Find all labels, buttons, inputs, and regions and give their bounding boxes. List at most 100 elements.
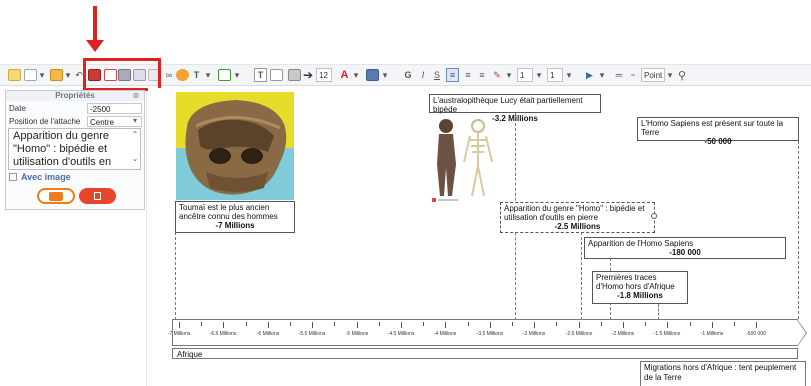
chevron-down-icon[interactable]: ▾ bbox=[38, 68, 46, 82]
panel-splitter[interactable] bbox=[146, 92, 147, 386]
axis-tick-label: -3 Millions bbox=[522, 331, 546, 337]
close-icon[interactable]: ⊗ bbox=[131, 91, 141, 101]
event-homo-sapiens-terre[interactable]: L'Homo Sapiens est présent sur toute la … bbox=[637, 117, 799, 146]
line-width-input[interactable]: 1 bbox=[517, 68, 533, 82]
event-text: Apparition du genre "Homo" : bipédie et … bbox=[504, 204, 645, 222]
resize-handle[interactable] bbox=[651, 213, 657, 219]
bold-icon[interactable]: G bbox=[403, 68, 413, 82]
axis-tick bbox=[623, 322, 624, 328]
event-text: L'Homo Sapiens est présent sur toute la … bbox=[641, 119, 784, 137]
link-icon[interactable]: ∞ bbox=[164, 68, 174, 82]
axis-tick bbox=[712, 322, 713, 328]
line-style-input[interactable]: 1 bbox=[547, 68, 563, 82]
location-pin-icon[interactable]: ⚲ bbox=[676, 68, 688, 82]
event-hors-afrique[interactable]: Premières traces d'Homo hors d'Afrique -… bbox=[592, 271, 688, 304]
check-icon bbox=[49, 191, 63, 201]
axis-minor-tick bbox=[201, 322, 202, 326]
validate-button[interactable] bbox=[37, 188, 75, 204]
axis-tick-label: -4.5 Millions bbox=[387, 331, 415, 337]
axis-tick bbox=[223, 322, 224, 328]
axis-minor-tick bbox=[512, 322, 513, 326]
trash-icon bbox=[94, 192, 101, 200]
align-right-icon[interactable]: ≡ bbox=[476, 68, 488, 82]
axis-tick bbox=[756, 322, 757, 328]
attach-label: Position de l'attache bbox=[9, 117, 81, 126]
underline-icon[interactable]: S bbox=[432, 68, 442, 82]
axis-tick-label: -2.5 Millions bbox=[565, 331, 593, 337]
connector-line bbox=[658, 304, 659, 320]
arrow-right-icon[interactable]: ➔ bbox=[302, 68, 314, 82]
axis-minor-tick bbox=[379, 322, 380, 326]
lucy-image bbox=[430, 116, 498, 204]
new-icon[interactable] bbox=[8, 68, 21, 82]
axis-tick-label: -5 Millions bbox=[345, 331, 369, 337]
dash-icon[interactable]: ┅ bbox=[627, 68, 639, 82]
axis-minor-tick bbox=[246, 322, 247, 326]
axis-minor-tick bbox=[423, 322, 424, 326]
image-icon[interactable] bbox=[218, 68, 231, 82]
chevron-down-icon[interactable]: ▾ bbox=[204, 68, 212, 82]
event-genre-homo[interactable]: Apparition du genre "Homo" : bipédie et … bbox=[500, 202, 655, 233]
arrow-style-icon[interactable]: ▶ bbox=[583, 68, 596, 82]
frame-icon[interactable] bbox=[270, 68, 283, 82]
axis-minor-tick bbox=[601, 322, 602, 326]
chevron-down-icon[interactable]: ▾ bbox=[133, 116, 137, 125]
chevron-down-icon[interactable]: ▾ bbox=[64, 68, 72, 82]
event-toumai[interactable]: Toumaï est le plus ancien ancêtre connu … bbox=[175, 201, 295, 233]
chevron-down-icon[interactable]: ▾ bbox=[352, 68, 360, 82]
date-field[interactable]: -2500 bbox=[87, 103, 142, 114]
printer-icon[interactable] bbox=[288, 68, 301, 82]
align-center-icon[interactable]: ≡ bbox=[462, 68, 474, 82]
period-migrations[interactable]: Migrations hors d'Afrique : tent peuplem… bbox=[640, 361, 806, 386]
chevron-down-icon[interactable]: ▾ bbox=[535, 68, 543, 82]
axis-tick-label: -3.5 Millions bbox=[476, 331, 504, 337]
point-select[interactable]: Point bbox=[641, 68, 665, 82]
axis-tick bbox=[534, 322, 535, 328]
event-date: -3.2 Millions bbox=[492, 114, 538, 123]
description-textarea[interactable]: Apparition du genre "Homo" : bipédie et … bbox=[8, 128, 141, 170]
axis-tick bbox=[179, 322, 180, 328]
event-lucy[interactable]: L'australopithèque Lucy était partiellem… bbox=[429, 94, 601, 123]
axis-tick-label: -5.5 Millions bbox=[298, 331, 326, 337]
pen-icon[interactable]: ✎ bbox=[491, 68, 503, 82]
period-afrique[interactable]: Afrique bbox=[172, 348, 798, 359]
toumai-skull-image bbox=[176, 92, 294, 200]
avec-image-checkbox[interactable] bbox=[9, 173, 17, 181]
fill-icon[interactable] bbox=[366, 68, 379, 82]
text-color-icon[interactable]: A bbox=[338, 68, 351, 82]
axis-tick-label: -4 Millions bbox=[433, 331, 457, 337]
chevron-down-icon[interactable]: ▾ bbox=[565, 68, 573, 82]
axis-tick bbox=[579, 322, 580, 328]
color-icon[interactable] bbox=[176, 68, 189, 82]
open-folder-icon[interactable] bbox=[50, 68, 63, 82]
chevron-down-icon[interactable]: ▾ bbox=[505, 68, 513, 82]
event-date: -50 000 bbox=[704, 137, 732, 146]
delete-button[interactable] bbox=[79, 188, 116, 204]
chevron-down-icon[interactable]: ▾ bbox=[381, 68, 389, 82]
annotation-highlight-box bbox=[83, 58, 161, 91]
axis-minor-tick bbox=[556, 322, 557, 326]
align-left-icon[interactable]: ≡ bbox=[446, 68, 459, 82]
axis-minor-tick bbox=[690, 322, 691, 326]
connector-line bbox=[798, 141, 799, 319]
italic-icon[interactable]: I bbox=[418, 68, 428, 82]
chevron-down-icon[interactable]: ▾ bbox=[598, 68, 606, 82]
event-text: Apparition de l'Homo Sapiens bbox=[588, 239, 694, 248]
font-size-input[interactable]: 12 bbox=[316, 68, 332, 82]
chevron-down-icon[interactable]: ▾ bbox=[233, 68, 241, 82]
axis-minor-tick bbox=[734, 322, 735, 326]
page-icon[interactable] bbox=[24, 68, 37, 82]
event-text: Toumaï est le plus ancien ancêtre connu … bbox=[179, 203, 278, 221]
event-apparition-homo-sapiens[interactable]: Apparition de l'Homo Sapiens -180 000 bbox=[584, 237, 786, 259]
line-icon[interactable]: ═ bbox=[613, 68, 625, 82]
textbox-icon[interactable]: T bbox=[254, 68, 267, 82]
scrollbar[interactable]: ⌃ ⌄ bbox=[130, 129, 140, 169]
axis-tick bbox=[357, 322, 358, 328]
chevron-down-icon[interactable]: ▾ bbox=[666, 68, 674, 82]
event-date: -7 Millions bbox=[215, 221, 255, 230]
axis-arrow-inner bbox=[797, 320, 806, 346]
annotation-arrow-head bbox=[86, 40, 104, 52]
axis-tick-label: -6.5 Millions bbox=[209, 331, 237, 337]
event-date: -1.8 Millions bbox=[617, 291, 663, 300]
text-style-icon[interactable]: T bbox=[190, 68, 203, 82]
